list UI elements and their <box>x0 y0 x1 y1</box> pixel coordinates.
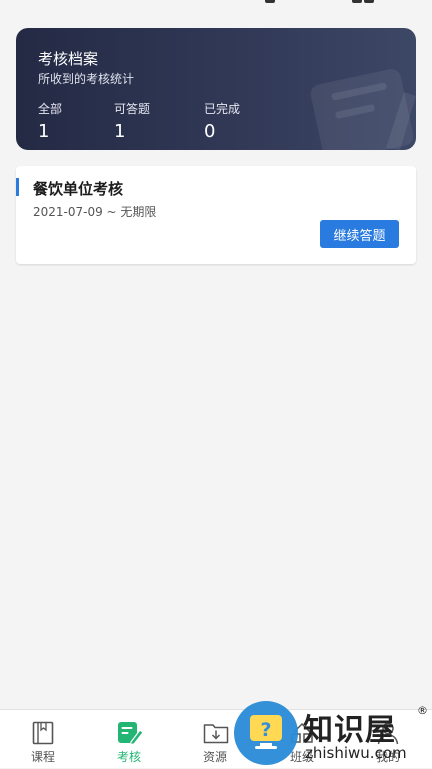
status-bar-fragment <box>352 0 362 3</box>
watermark-name: 知识屋 <box>303 713 396 748</box>
stat-label: 已完成 <box>204 102 241 116</box>
exam-date-range: 2021-07-09 ~ 无期限 <box>33 205 157 219</box>
title-accent-bar <box>16 178 19 196</box>
exam-title: 餐饮单位考核 <box>33 180 124 198</box>
stat-value: 1 <box>38 121 50 142</box>
tab-courses[interactable]: 课程 <box>0 710 86 768</box>
summary-title: 考核档案 <box>38 50 99 68</box>
status-bar-fragment <box>265 0 275 3</box>
stat-label: 可答题 <box>114 102 151 116</box>
stat-value: 1 <box>114 121 126 142</box>
stat-completed: 已完成 0 <box>204 100 240 142</box>
status-bar-fragment <box>364 0 374 3</box>
continue-answering-button[interactable]: 继续答题 <box>320 220 399 248</box>
exam-list-item[interactable]: 餐饮单位考核 2021-07-09 ~ 无期限 继续答题 <box>16 166 416 264</box>
tab-exams[interactable]: 考核 <box>86 710 172 768</box>
status-bar-remnant <box>0 0 432 22</box>
summary-subtitle: 所收到的考核统计 <box>38 72 135 86</box>
stat-value: 0 <box>204 121 216 142</box>
folder-download-icon <box>203 724 229 744</box>
watermark-registered-mark: ® <box>417 704 428 717</box>
pencil-note-icon <box>118 722 143 745</box>
book-icon <box>32 721 54 745</box>
watermark-domain: zhishiwu.com <box>305 744 407 762</box>
document-watermark-icon <box>310 69 416 150</box>
watermark-logo: ? <box>234 701 298 765</box>
exam-summary-card: 考核档案 所收到的考核统计 全部 1 可答题 1 已完成 0 <box>16 28 416 150</box>
stat-label: 全部 <box>38 102 63 116</box>
monitor-question-icon: ? <box>250 715 282 749</box>
stat-answerable: 可答题 1 <box>114 100 150 142</box>
watermark-symbol: ? <box>260 719 271 741</box>
stat-all: 全部 1 <box>38 100 62 142</box>
tab-label: 考核 <box>116 750 141 764</box>
tab-label: 课程 <box>30 750 55 764</box>
